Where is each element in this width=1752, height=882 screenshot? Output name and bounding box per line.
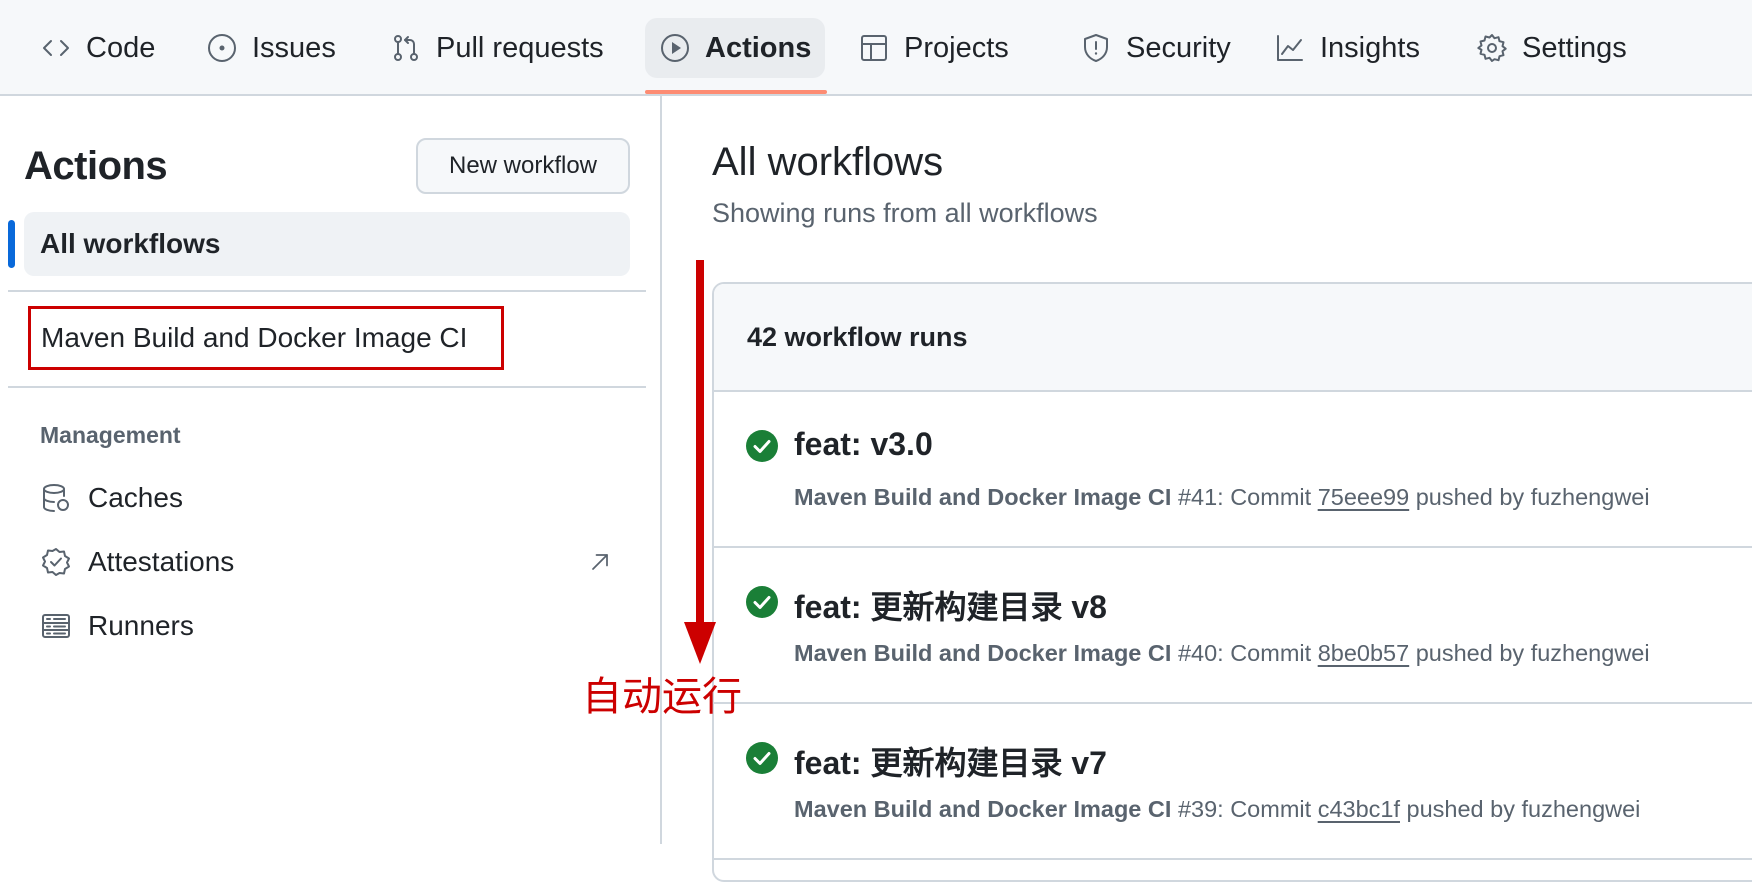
new-workflow-button[interactable]: New workflow <box>416 138 630 194</box>
divider <box>8 386 646 388</box>
code-icon <box>43 40 69 56</box>
tab-projects-label: Projects <box>904 31 1009 64</box>
verified-icon <box>42 548 70 576</box>
tab-actions[interactable]: Actions <box>645 18 826 78</box>
workflow-run-row[interactable]: feat: 更新构建目录 v7 Maven Build and Docker I… <box>714 704 1752 860</box>
tab-projects[interactable]: Projects <box>844 18 1023 78</box>
annotation-arrow <box>684 260 716 664</box>
run-number: #41 <box>1177 484 1218 510</box>
actions-sidebar: Actions New workflow All workflows Maven… <box>0 96 662 844</box>
gear-icon <box>1477 34 1507 62</box>
tab-code-label: Code <box>86 31 156 64</box>
commit-sha-link[interactable]: 75eee99 <box>1318 484 1410 510</box>
sidebar-item-workflow[interactable]: Maven Build and Docker Image CI <box>28 306 504 370</box>
run-title-link[interactable]: feat: v3.0 <box>794 426 933 463</box>
run-pushed-by: pushed by fuzhengwei <box>1415 640 1650 666</box>
sidebar-item-caches[interactable]: Caches <box>24 470 630 526</box>
run-commit-prefix: : Commit <box>1217 796 1312 822</box>
database-icon <box>43 484 69 512</box>
annotation-label: 自动运行 <box>582 675 742 719</box>
run-number: #39 <box>1177 796 1218 822</box>
run-pushed-by: pushed by fuzhengwei <box>1415 484 1650 510</box>
selected-item-marker <box>8 220 15 268</box>
tab-settings[interactable]: Settings <box>1462 18 1641 78</box>
run-workflow-name: Maven Build and Docker Image CI <box>794 796 1172 822</box>
tab-issues[interactable]: Issues <box>192 18 350 78</box>
check-circle-icon <box>746 586 778 618</box>
run-commit-prefix: : Commit <box>1217 484 1312 510</box>
run-title-link[interactable]: feat: 更新构建目录 v7 <box>794 738 1107 784</box>
play-icon <box>661 34 689 62</box>
management-heading: Management <box>40 422 181 448</box>
workflow-runs-list: 42 workflow runs feat: v3.0 Maven Build … <box>712 282 1752 882</box>
tab-settings-label: Settings <box>1522 31 1627 64</box>
table-icon <box>861 35 887 61</box>
run-meta: Maven Build and Docker Image CI #39: Com… <box>794 796 1640 823</box>
commit-sha-link[interactable]: 8be0b57 <box>1318 640 1410 666</box>
divider <box>8 290 646 292</box>
run-workflow-name: Maven Build and Docker Image CI <box>794 640 1172 666</box>
git-pull-request-icon <box>394 35 418 61</box>
run-meta: Maven Build and Docker Image CI #40: Com… <box>794 640 1650 667</box>
page-title: All workflows <box>712 140 944 184</box>
run-meta: Maven Build and Docker Image CI #41: Com… <box>794 484 1650 511</box>
check-circle-icon <box>746 430 778 462</box>
tab-issues-label: Issues <box>252 31 336 64</box>
tab-security-label: Security <box>1126 31 1231 64</box>
page-subtitle: Showing runs from all workflows <box>712 198 1098 228</box>
sidebar-title: Actions <box>24 144 168 188</box>
runs-count: 42 workflow runs <box>747 321 968 352</box>
server-icon <box>42 614 70 638</box>
tab-pull-requests[interactable]: Pull requests <box>376 18 618 78</box>
sidebar-item-attestations[interactable]: Attestations <box>24 534 630 590</box>
sidebar-item-label: Caches <box>88 482 183 513</box>
run-commit-prefix: : Commit <box>1217 640 1312 666</box>
sidebar-item-label: All workflows <box>40 228 221 259</box>
graph-icon <box>1277 35 1303 61</box>
sidebar-item-label: Attestations <box>88 546 235 577</box>
tab-actions-label: Actions <box>705 31 812 64</box>
commit-sha-link[interactable]: c43bc1f <box>1318 796 1400 822</box>
repo-nav: Code Issues Pull requests Actions Projec… <box>0 0 1752 96</box>
sidebar-item-runners[interactable]: Runners <box>24 598 630 654</box>
tab-code[interactable]: Code <box>26 18 169 78</box>
shield-icon <box>1084 34 1108 62</box>
sidebar-item-label: Runners <box>88 610 194 641</box>
runs-count-header: 42 workflow runs <box>714 284 1752 392</box>
workflow-run-row[interactable]: feat: v3.0 Maven Build and Docker Image … <box>714 392 1752 548</box>
check-circle-icon <box>746 742 778 774</box>
run-title-link[interactable]: feat: 更新构建目录 v8 <box>794 582 1107 628</box>
sidebar-item-all-workflows[interactable]: All workflows <box>24 212 630 276</box>
issue-opened-icon <box>208 34 236 62</box>
run-workflow-name: Maven Build and Docker Image CI <box>794 484 1172 510</box>
tab-pull-requests-label: Pull requests <box>436 31 604 64</box>
sidebar-item-label: Maven Build and Docker Image CI <box>41 322 468 353</box>
arrow-up-right-icon <box>592 554 608 570</box>
run-pushed-by: pushed by fuzhengwei <box>1406 796 1641 822</box>
tab-insights[interactable]: Insights <box>1260 18 1434 78</box>
run-number: #40 <box>1177 640 1218 666</box>
workflow-run-row[interactable]: feat: 更新构建目录 v8 Maven Build and Docker I… <box>714 548 1752 704</box>
tab-security[interactable]: Security <box>1066 18 1245 78</box>
tab-insights-label: Insights <box>1320 31 1420 64</box>
active-tab-underline <box>645 90 827 94</box>
